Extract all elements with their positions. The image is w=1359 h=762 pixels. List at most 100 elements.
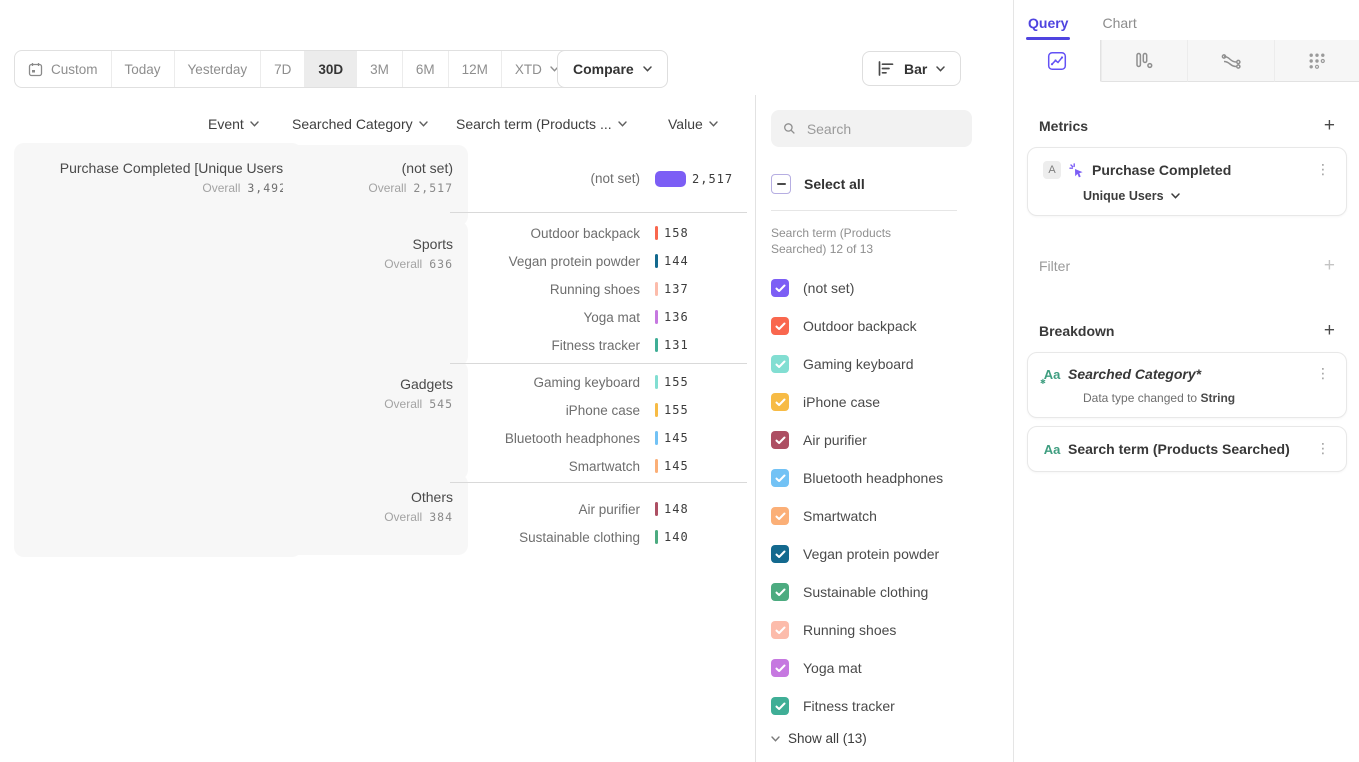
term-label: Smartwatch <box>450 459 640 474</box>
value-label: 131 <box>664 338 689 352</box>
term-section-sports: Outdoor backpack158Vegan protein powder1… <box>450 212 747 363</box>
legend-item-yoga-mat[interactable]: Yoga mat <box>771 649 1029 687</box>
value-label: 158 <box>664 226 689 240</box>
event-name: Purchase Completed [Unique Users] <box>26 159 287 178</box>
add-filter-button[interactable]: + <box>1324 256 1335 275</box>
date-range-3m[interactable]: 3M <box>356 51 402 87</box>
indeterminate-mark <box>777 183 786 185</box>
search-input[interactable] <box>805 120 960 138</box>
legend-item-iphone-case[interactable]: iPhone case <box>771 383 1029 421</box>
value-bar[interactable] <box>655 403 658 417</box>
legend-item-fitness-tracker[interactable]: Fitness tracker <box>771 687 1029 725</box>
value-bar[interactable] <box>655 338 658 352</box>
date-range-6m[interactable]: 6M <box>402 51 448 87</box>
checkbox-not-set[interactable] <box>771 279 789 297</box>
checkbox-gaming-keyboard[interactable] <box>771 355 789 373</box>
value-bar[interactable] <box>655 226 658 240</box>
breakdown-property-name: Searched Category* <box>1068 366 1306 382</box>
checkbox-running-shoes[interactable] <box>771 621 789 639</box>
check-icon <box>775 398 786 407</box>
tab-query[interactable]: Query <box>1028 15 1068 40</box>
date-range-30d[interactable]: 30D <box>304 51 356 87</box>
check-icon <box>775 588 786 597</box>
show-all-button[interactable]: Show all (13) <box>771 731 1029 746</box>
report-tab-flows[interactable] <box>1187 40 1274 82</box>
date-range-today[interactable]: Today <box>111 51 174 87</box>
legend-item-not-set[interactable]: (not set) <box>771 269 1029 307</box>
date-range-12m[interactable]: 12M <box>448 51 501 87</box>
term-label: Sustainable clothing <box>450 530 640 545</box>
select-all-row[interactable]: Select all <box>771 174 1029 194</box>
value-bar[interactable] <box>655 254 658 268</box>
legend-item-gaming-keyboard[interactable]: Gaming keyboard <box>771 345 1029 383</box>
legend-search-box[interactable] <box>771 110 972 147</box>
column-header-event[interactable]: Event <box>208 116 259 132</box>
filter-title: Filter <box>1039 258 1070 274</box>
checkbox-iphone-case[interactable] <box>771 393 789 411</box>
column-header-value[interactable]: Value <box>668 116 718 132</box>
legend-item-smartwatch[interactable]: Smartwatch <box>771 497 1029 535</box>
add-metric-button[interactable]: + <box>1324 116 1335 135</box>
column-header-search-term[interactable]: Search term (Products ... <box>456 116 627 132</box>
legend-item-running-shoes[interactable]: Running shoes <box>771 611 1029 649</box>
compare-label: Compare <box>573 61 634 77</box>
checkbox-fitness-tracker[interactable] <box>771 697 789 715</box>
value-bar[interactable] <box>655 530 658 544</box>
check-icon <box>775 284 786 293</box>
report-tab-retention[interactable] <box>1274 40 1359 82</box>
legend-item-outdoor-backpack[interactable]: Outdoor backpack <box>771 307 1029 345</box>
term-label: Air purifier <box>450 502 640 517</box>
add-breakdown-button[interactable]: + <box>1324 321 1335 340</box>
select-all-checkbox[interactable] <box>771 174 791 194</box>
breakdown-menu-button[interactable]: ⋮ <box>1313 441 1333 457</box>
legend-item-sustainable-clothing[interactable]: Sustainable clothing <box>771 573 1029 611</box>
legend-item-bluetooth-headphones[interactable]: Bluetooth headphones <box>771 459 1029 497</box>
chart-type-button[interactable]: Bar <box>862 51 961 86</box>
term-row: Running shoes137 <box>450 275 747 303</box>
category-cell-gadgets[interactable]: GadgetsOverall545 <box>283 361 468 480</box>
value-bar[interactable] <box>655 171 686 187</box>
tab-chart[interactable]: Chart <box>1102 15 1136 40</box>
counting-method-selector[interactable]: Unique Users <box>1083 189 1333 203</box>
report-tab-insights[interactable] <box>1014 40 1101 82</box>
legend-item-air-purifier[interactable]: Air purifier <box>771 421 1029 459</box>
checkbox-yoga-mat[interactable] <box>771 659 789 677</box>
value-bar[interactable] <box>655 282 658 296</box>
date-range-7d[interactable]: 7D <box>260 51 304 87</box>
event-icon <box>1068 162 1085 179</box>
column-header-searched-category[interactable]: Searched Category <box>292 116 428 132</box>
breakdown-card[interactable]: Aa Search term (Products Searched) ⋮ <box>1027 426 1347 472</box>
value-bar[interactable] <box>655 431 658 445</box>
checkbox-vegan-protein-powder[interactable] <box>771 545 789 563</box>
value-bar[interactable] <box>655 375 658 389</box>
metric-menu-button[interactable]: ⋮ <box>1313 162 1333 178</box>
sidebar-tabs: Query Chart <box>1014 0 1359 40</box>
insights-icon <box>1047 51 1067 71</box>
date-range-picker: CustomTodayYesterday7D30D3M6M12MXTD <box>14 50 573 88</box>
category-cell-not-set[interactable]: (not set)Overall2,517 <box>283 145 468 226</box>
checkbox-sustainable-clothing[interactable] <box>771 583 789 601</box>
date-range-label: Yesterday <box>188 62 248 77</box>
date-range-yesterday[interactable]: Yesterday <box>174 51 261 87</box>
term-row: Fitness tracker131 <box>450 331 747 359</box>
checkbox-bluetooth-headphones[interactable] <box>771 469 789 487</box>
term-label: Vegan protein powder <box>450 254 640 269</box>
event-cell[interactable]: Purchase Completed [Unique Users] Overal… <box>14 143 302 557</box>
checkbox-outdoor-backpack[interactable] <box>771 317 789 335</box>
category-cell-sports[interactable]: SportsOverall636 <box>283 221 468 366</box>
value-bar[interactable] <box>655 459 658 473</box>
modified-star-icon: ✱ <box>1040 378 1046 386</box>
compare-button[interactable]: Compare <box>557 50 668 88</box>
term-section-others: Air purifier148Sustainable clothing140 <box>450 482 747 566</box>
breakdown-card[interactable]: Aa✱ Searched Category* ⋮ Data type chang… <box>1027 352 1347 418</box>
metric-card[interactable]: A Purchase Completed ⋮ Unique Users <box>1027 147 1347 216</box>
value-bar[interactable] <box>655 502 658 516</box>
checkbox-smartwatch[interactable] <box>771 507 789 525</box>
breakdown-menu-button[interactable]: ⋮ <box>1313 366 1333 382</box>
date-range-custom[interactable]: Custom <box>15 51 111 87</box>
legend-item-vegan-protein-powder[interactable]: Vegan protein powder <box>771 535 1029 573</box>
checkbox-air-purifier[interactable] <box>771 431 789 449</box>
value-bar[interactable] <box>655 310 658 324</box>
category-cell-others[interactable]: OthersOverall384 <box>283 474 468 555</box>
report-tab-funnels[interactable] <box>1101 40 1188 82</box>
